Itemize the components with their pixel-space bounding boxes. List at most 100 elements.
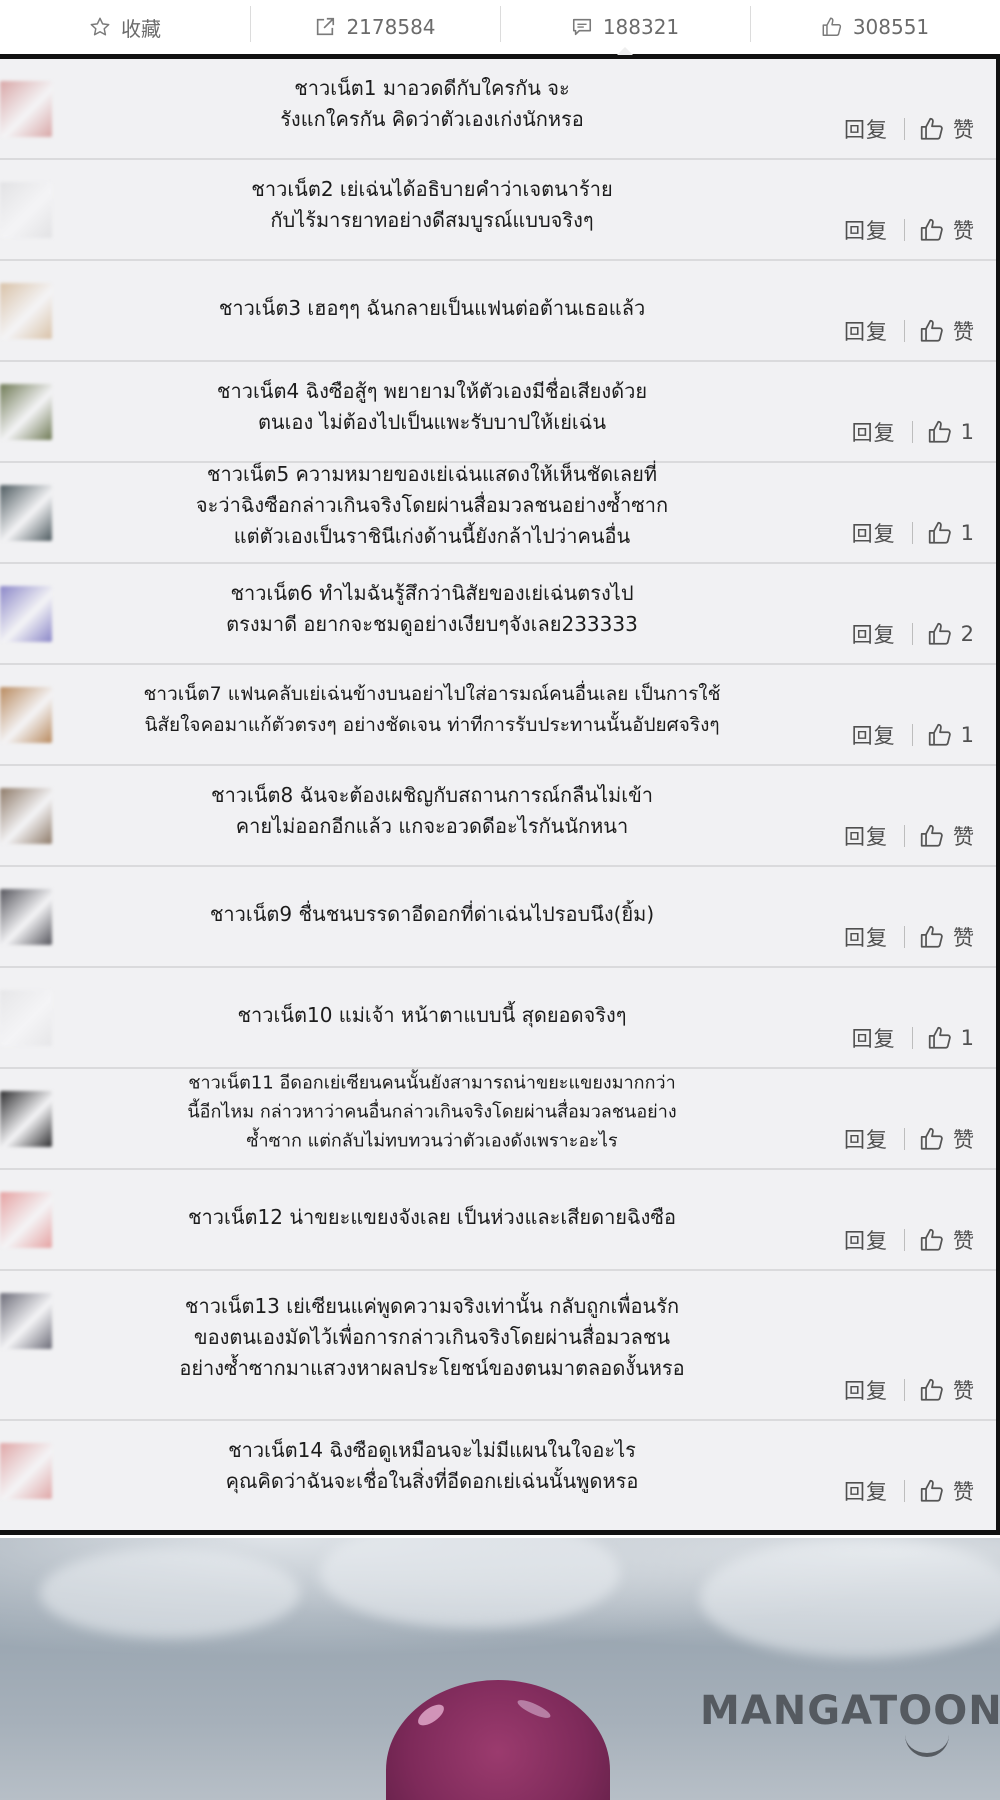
- like-button[interactable]: 赞: [919, 1225, 974, 1255]
- comment-item: ชาวเน็ต5 ความหมายของเย่เฉ่นแสดงให้เห็นชั…: [0, 462, 996, 564]
- comments-tab[interactable]: 188321: [500, 0, 750, 55]
- comic-panel-art: MANGATOON: [0, 1538, 1000, 1800]
- comment-item: ชาวเน็ต7 แฟนคลับเย่เฉ่นข้างบนอย่าไปใส่อา…: [0, 665, 996, 766]
- avatar[interactable]: [0, 81, 52, 137]
- comment-actions: 回复 赞: [844, 922, 974, 952]
- thumbs-up-icon: [928, 1026, 951, 1049]
- like-count: 赞: [953, 1379, 974, 1403]
- comment-line: ชาวเน็ต4 ฉิงซือสู้ๆ พยายามให้ตัวเองมีชื่…: [216, 378, 648, 403]
- avatar[interactable]: [0, 586, 52, 642]
- favorite-label: 收藏: [121, 16, 161, 41]
- avatar[interactable]: [0, 687, 52, 743]
- reply-button[interactable]: 回复: [844, 1476, 888, 1506]
- comment-line: ชาวเน็ต7 แฟนคลับเย่เฉ่นข้างบนอย่าไปใส่อา…: [143, 682, 721, 705]
- comment-item: ชาวเน็ต4 ฉิงซือสู้ๆ พยายามให้ตัวเองมีชื่…: [0, 362, 996, 463]
- comment-line: คายไม่ออกอีกแล้ว แกจะอวดดีอะไรกันนักหนา: [235, 813, 629, 838]
- comment-line: ชาวเน็ต12 น่าขยะแขยงจังเลย เป็นห่วงและเส…: [187, 1204, 677, 1229]
- like-count: 赞: [953, 320, 974, 344]
- comment-actions: 回复 赞: [844, 316, 974, 346]
- reply-button[interactable]: 回复: [844, 922, 888, 952]
- comment-text: ชาวเน็ต3 เฮอๆๆ ฉันกลายเป็นแฟนต่อต้านเธอแ…: [72, 293, 792, 324]
- like-count: 赞: [953, 118, 974, 142]
- comment-line: ชาวเน็ต1 มาอวดดีกับใครกัน จะ: [294, 75, 570, 100]
- reply-button[interactable]: 回复: [844, 114, 888, 144]
- avatar[interactable]: [0, 485, 52, 541]
- like-button[interactable]: 1: [927, 419, 974, 445]
- like-count: 1: [960, 1026, 974, 1050]
- character-hair: [386, 1680, 610, 1800]
- comment-line: ชาวเน็ต2 เย่เฉ่นได้อธิบายคำว่าเจตนาร้าย: [251, 176, 613, 201]
- divider: [904, 320, 905, 342]
- reply-button[interactable]: 回复: [852, 1023, 896, 1053]
- comment-line: ตรงมาดี อยากจะชมดูอย่างเงียบๆจังเลย23333…: [226, 611, 638, 636]
- comment-text: ชาวเน็ต8 ฉันจะต้องเผชิญกับสถานการณ์กลืนไ…: [72, 780, 792, 842]
- comment-line: แต่ตัวเองเป็นราชินีเก่งด้านนี้ยังกล้าไปว…: [233, 523, 631, 548]
- divider: [904, 118, 905, 140]
- comment-line: ชาวเน็ต11 อีดอกเย่เซียนคนนั้นยังสามารถน่…: [188, 1072, 676, 1094]
- comment-item: ชาวเน็ต3 เฮอๆๆ ฉันกลายเป็นแฟนต่อต้านเธอแ…: [0, 261, 996, 362]
- avatar[interactable]: [0, 1091, 52, 1147]
- reply-button[interactable]: 回复: [844, 1375, 888, 1405]
- like-count: 赞: [953, 219, 974, 243]
- comment-item: ชาวเน็ต12 น่าขยะแขยงจังเลย เป็นห่วงและเส…: [0, 1170, 996, 1271]
- like-button[interactable]: 赞: [919, 215, 974, 245]
- like-button[interactable]: 赞: [919, 821, 974, 851]
- like-button[interactable]: 1: [927, 520, 974, 546]
- logo-smile-mark: [905, 1733, 949, 1757]
- comment-line: ชาวเน็ต3 เฮอๆๆ ฉันกลายเป็นแฟนต่อต้านเธอแ…: [218, 295, 646, 320]
- like-button[interactable]: 1: [927, 1025, 974, 1051]
- comment-actions: 回复 1: [852, 1023, 974, 1053]
- reply-button[interactable]: 回复: [844, 1124, 888, 1154]
- divider: [911, 724, 913, 746]
- like-count: 赞: [953, 1480, 974, 1504]
- avatar[interactable]: [0, 1192, 52, 1248]
- avatar[interactable]: [0, 182, 52, 238]
- avatar[interactable]: [0, 990, 52, 1046]
- reply-button[interactable]: 回复: [844, 821, 888, 851]
- reply-button[interactable]: 回复: [844, 1225, 888, 1255]
- avatar[interactable]: [0, 384, 52, 440]
- share-icon: [317, 17, 335, 36]
- thumbs-up-icon: [920, 925, 943, 948]
- like-post-button[interactable]: 308551: [750, 0, 1000, 54]
- comment-text: ชาวเน็ต9 ชื่นชนบรรดาอีดอกที่ด่าเฉ่นไปรอบ…: [72, 899, 792, 930]
- like-button[interactable]: 赞: [919, 316, 974, 346]
- comment-line: ซ้ำซาก แต่กลับไม่ทบทวนว่าตัวเองดังเพราะอ…: [246, 1130, 618, 1152]
- avatar[interactable]: [0, 889, 52, 945]
- like-button[interactable]: 2: [927, 621, 974, 647]
- like-count: 赞: [953, 1128, 974, 1152]
- like-button[interactable]: 1: [927, 722, 974, 748]
- comment-text: ชาวเน็ต12 น่าขยะแขยงจังเลย เป็นห่วงและเส…: [72, 1202, 792, 1233]
- thumbs-up-icon: [920, 319, 943, 342]
- comment-line: ชาวเน็ต13 เย่เซียนแค่พูดความจริงเท่านั้น…: [184, 1294, 680, 1319]
- thumbs-up-icon: [920, 824, 943, 847]
- reply-button[interactable]: 回复: [844, 215, 888, 245]
- comment-item: ชาวเน็ต2 เย่เฉ่นได้อธิบายคำว่าเจตนาร้าย …: [0, 160, 996, 261]
- reply-button[interactable]: 回复: [852, 619, 896, 649]
- favorite-button[interactable]: 收藏: [0, 0, 250, 54]
- cloud: [40, 1548, 300, 1638]
- reply-button[interactable]: 回复: [852, 720, 896, 750]
- share-count: 2178584: [346, 15, 436, 39]
- comment-item: ชาวเน็ต11 อีดอกเย่เซียนคนนั้นยังสามารถน่…: [0, 1069, 996, 1170]
- divider: [904, 1128, 905, 1150]
- divider: [911, 623, 913, 645]
- hair-highlight: [414, 1700, 448, 1730]
- avatar[interactable]: [0, 283, 52, 339]
- comment-actions: 回复 赞: [844, 1476, 974, 1506]
- avatar[interactable]: [0, 1293, 52, 1349]
- like-button[interactable]: 赞: [919, 922, 974, 952]
- like-button[interactable]: 赞: [919, 1124, 974, 1154]
- reply-button[interactable]: 回复: [852, 518, 896, 548]
- comment-text: ชาวเน็ต4 ฉิงซือสู้ๆ พยายามให้ตัวเองมีชื่…: [72, 376, 792, 438]
- reply-button[interactable]: 回复: [852, 417, 896, 447]
- avatar[interactable]: [0, 1443, 52, 1499]
- avatar[interactable]: [0, 788, 52, 844]
- reply-button[interactable]: 回复: [844, 316, 888, 346]
- divider: [904, 825, 905, 847]
- like-button[interactable]: 赞: [919, 1375, 974, 1405]
- comment-text: ชาวเน็ต6 ทำไมฉันรู้สึกว่านิสัยของเย่เฉ่น…: [72, 578, 792, 640]
- share-button[interactable]: 2178584: [250, 0, 500, 54]
- like-button[interactable]: 赞: [919, 114, 974, 144]
- like-button[interactable]: 赞: [919, 1476, 974, 1506]
